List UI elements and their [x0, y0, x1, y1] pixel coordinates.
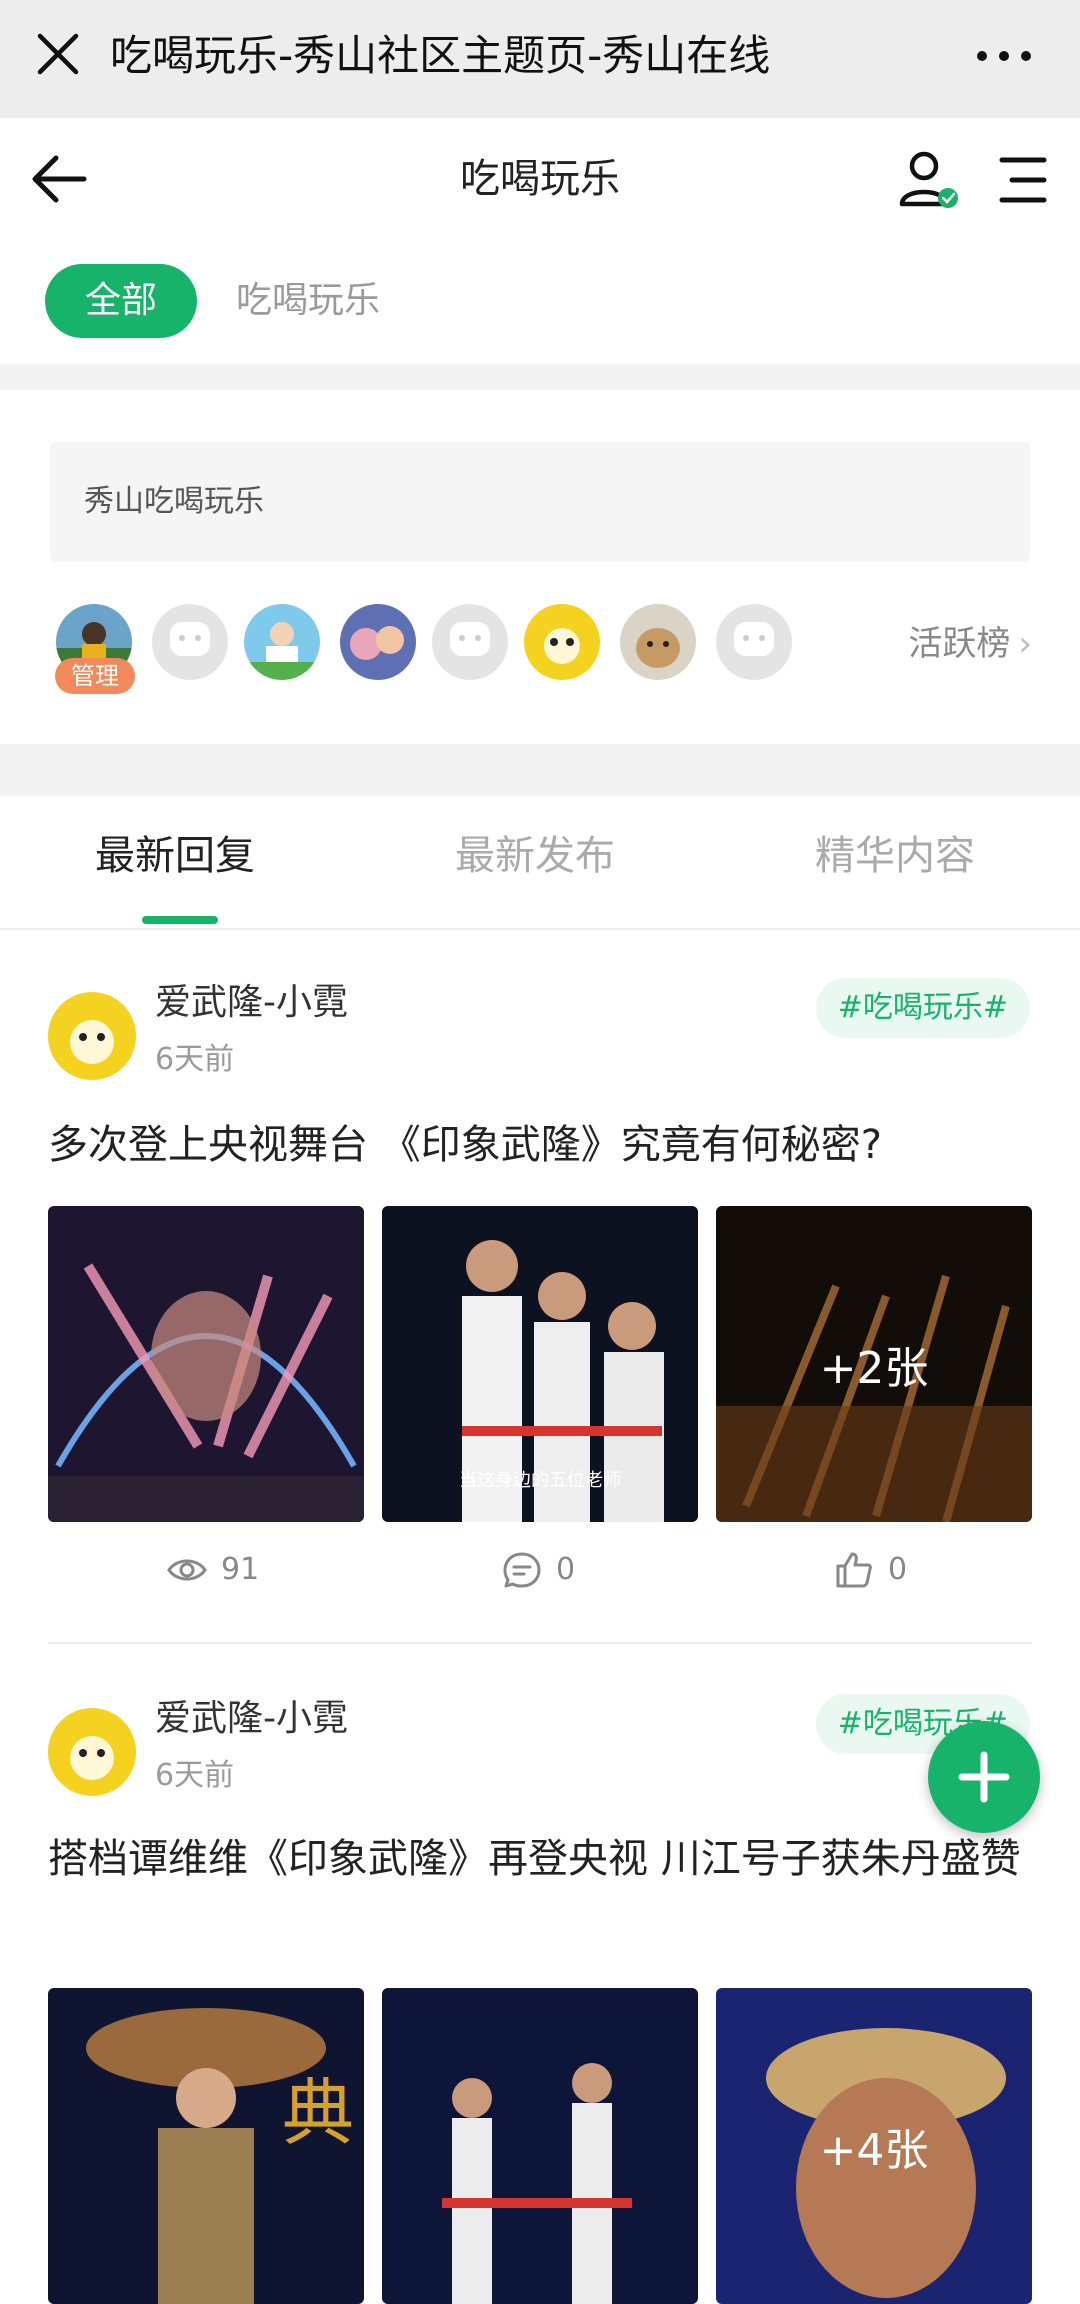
avatar[interactable] [48, 992, 136, 1080]
browser-title: 吃喝玩乐-秀山社区主题页-秀山在线 [110, 31, 771, 80]
view-count: 91 [165, 1548, 259, 1592]
post-image[interactable]: 典 [48, 1988, 364, 2304]
group-intro: 秀山吃喝玩乐 [50, 442, 1030, 562]
member-avatars [56, 604, 796, 680]
chip-all[interactable]: 全部 [45, 264, 197, 338]
post-card[interactable]: 爱武隆-小霓 6天前 #吃喝玩乐# 多次登上央视舞台 《印象武隆》究竟有何秘密?… [0, 930, 1080, 1650]
post-tabs: 最新回复 最新发布 精华内容 [0, 796, 1080, 930]
tab-featured[interactable]: 精华内容 [815, 826, 975, 886]
topic-tag[interactable]: #吃喝玩乐# [815, 978, 1030, 1038]
avatar[interactable] [432, 604, 508, 680]
post-author[interactable]: 爱武隆-小霓 [155, 1694, 348, 1744]
section-divider [0, 364, 1080, 390]
avatar[interactable] [524, 604, 600, 680]
app-header: 吃喝玩乐 [0, 118, 1080, 241]
admin-badge: 管理 [55, 658, 135, 694]
comment-count-value: 0 [556, 1552, 576, 1587]
group-info: 秀山吃喝玩乐 管理 活跃榜 › [0, 390, 1080, 744]
post-image[interactable]: +4张 [716, 1988, 1032, 2304]
section-divider [0, 744, 1080, 796]
post-divider [48, 1642, 1032, 1644]
close-icon[interactable] [30, 26, 86, 82]
group-intro-text: 秀山吃喝玩乐 [84, 484, 264, 519]
svg-text:典: 典 [282, 2071, 354, 2155]
eye-icon [167, 1559, 207, 1581]
thumbs-up-icon [836, 1552, 872, 1588]
post-card[interactable]: 爱武隆-小霓 6天前 #吃喝玩乐# 搭档谭维维《印象武隆》再登央视 川江号子获朱… [0, 1650, 1080, 2304]
tab-latest-reply[interactable]: 最新回复 [95, 826, 255, 886]
more-options-icon[interactable] [968, 28, 1040, 84]
chevron-right-icon: › [1018, 624, 1032, 664]
post-author[interactable]: 爱武隆-小霓 [155, 978, 348, 1028]
view-count-value: 91 [221, 1552, 260, 1587]
avatar[interactable] [244, 604, 320, 680]
activity-ranking-link[interactable]: 活跃榜 › [908, 620, 1032, 668]
post-time: 6天前 [155, 1758, 235, 1793]
avatar[interactable] [340, 604, 416, 680]
more-images-count: +2张 [819, 1343, 929, 1394]
like-count[interactable]: 0 [832, 1548, 907, 1592]
create-post-button[interactable] [928, 1721, 1040, 1833]
post-image[interactable] [48, 1206, 364, 1522]
more-images-count: +4张 [819, 2125, 929, 2176]
active-tab-indicator [142, 916, 218, 924]
chip-category[interactable]: 吃喝玩乐 [236, 264, 380, 338]
menu-icon[interactable] [992, 152, 1052, 208]
avatar[interactable] [620, 604, 696, 680]
avatar[interactable] [48, 1708, 136, 1796]
image-caption: 当这身边的五位老师 [459, 1470, 621, 1491]
post-title[interactable]: 多次登上央视舞台 《印象武隆》究竟有何秘密? [48, 1112, 1028, 1178]
post-title[interactable]: 搭档谭维维《印象武隆》再登央视 川江号子获朱丹盛赞 [48, 1826, 1028, 1892]
like-count-value: 0 [888, 1552, 908, 1587]
category-chips: 全部 吃喝玩乐 [0, 240, 1080, 364]
comment-count[interactable]: 0 [500, 1548, 575, 1592]
avatar[interactable] [152, 604, 228, 680]
browser-bar: 吃喝玩乐-秀山社区主题页-秀山在线 [0, 0, 1080, 118]
post-image[interactable]: 当这身边的五位老师 [382, 1206, 698, 1522]
user-profile-icon[interactable] [898, 148, 962, 212]
rank-label: 活跃榜 [908, 624, 1011, 664]
comment-icon [503, 1552, 541, 1588]
post-time: 6天前 [155, 1042, 235, 1077]
plus-icon [958, 1751, 1010, 1803]
post-image[interactable]: +2张 [716, 1206, 1032, 1522]
post-image[interactable] [382, 1988, 698, 2304]
avatar[interactable] [716, 604, 792, 680]
tab-latest-post[interactable]: 最新发布 [455, 826, 615, 886]
